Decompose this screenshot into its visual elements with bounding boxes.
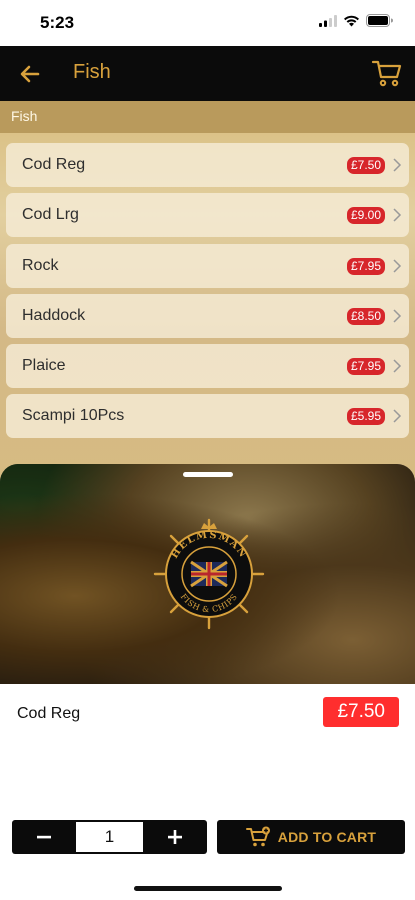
menu-item-name: Cod Lrg <box>22 206 79 224</box>
signal-icon <box>319 14 337 27</box>
menu-item[interactable]: Rock £7.95 <box>6 243 409 288</box>
product-name: Cod Reg <box>17 705 81 722</box>
quantity-input[interactable]: 1 <box>76 822 143 852</box>
menu-area: Fish Cod Reg £7.50 Cod Lrg £9.00 Rock £7… <box>0 101 415 481</box>
add-to-cart-label: ADD TO CART <box>277 829 377 845</box>
status-bar: 5:23 <box>0 0 415 46</box>
menu-item-name: Rock <box>22 256 59 274</box>
menu-item-name: Cod Reg <box>22 156 86 173</box>
status-icons <box>319 14 393 27</box>
quantity-stepper: 1 <box>12 820 207 854</box>
menu-item[interactable]: Haddock £8.50 <box>6 293 409 338</box>
increment-button[interactable] <box>143 820 207 854</box>
cart-icon <box>371 60 402 87</box>
price-badge: £7.50 <box>346 157 385 174</box>
cart-add-icon <box>245 826 270 847</box>
minus-icon <box>37 835 51 839</box>
menu-item[interactable]: Cod Reg £7.50 <box>6 143 409 187</box>
menu-item[interactable]: Scampi 10Pcs £5.95 <box>6 394 409 439</box>
add-to-cart-button[interactable]: ADD TO CART <box>217 820 405 854</box>
plus-icon <box>168 830 182 844</box>
price-badge: £8.50 <box>346 307 385 325</box>
decrement-button[interactable] <box>12 820 76 854</box>
price-badge: £7.95 <box>346 358 385 376</box>
status-time: 5:23 <box>40 13 75 32</box>
chevron-right-icon <box>393 208 402 222</box>
app-header: Fish <box>0 46 415 101</box>
back-button[interactable] <box>16 60 44 88</box>
chevron-right-icon <box>393 309 402 323</box>
product-image: HELMSMAN FISH & CHIPS <box>0 464 415 684</box>
menu-item[interactable]: Cod Lrg £9.00 <box>6 193 409 238</box>
chevron-right-icon <box>393 158 402 172</box>
price-badge: £9.00 <box>346 207 385 225</box>
arrow-left-icon <box>20 65 40 83</box>
cart-button[interactable] <box>371 58 403 88</box>
chevron-right-icon <box>393 259 402 273</box>
price-badge: £5.95 <box>346 408 385 426</box>
menu-item-name: Plaice <box>22 357 66 375</box>
menu-item[interactable]: Plaice £7.95 <box>6 344 409 389</box>
battery-icon <box>366 14 393 27</box>
price-badge: £7.95 <box>346 257 385 275</box>
product-price: £7.50 <box>323 697 399 727</box>
product-row: Cod Reg £7.50 <box>0 696 415 732</box>
home-indicator <box>134 886 282 891</box>
chevron-right-icon <box>393 359 402 373</box>
chevron-right-icon <box>393 409 402 424</box>
page-title: Fish <box>73 61 111 83</box>
menu-item-name: Haddock <box>22 306 86 324</box>
category-header: Fish <box>0 101 415 133</box>
wifi-icon <box>344 15 359 26</box>
menu-item-name: Scampi 10Pcs <box>22 407 125 425</box>
drag-handle[interactable] <box>183 472 233 477</box>
menu-list: Cod Reg £7.50 Cod Lrg £9.00 Rock £7.95 H… <box>0 133 415 439</box>
helmsman-logo: HELMSMAN FISH & CHIPS <box>153 518 265 630</box>
